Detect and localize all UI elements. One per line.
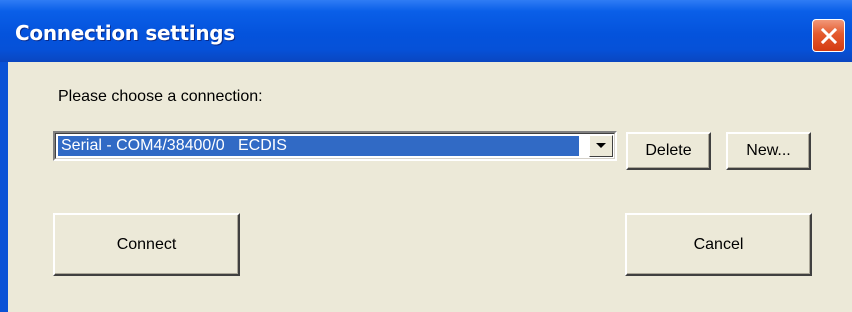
close-button[interactable] [812,19,845,52]
new-connection-button[interactable]: New... [726,132,811,170]
close-icon [820,27,837,44]
title-bar[interactable]: Connection settings [0,0,852,62]
dropdown-button[interactable] [589,135,613,157]
dropdown-arrow-icon [596,143,606,148]
dialog-body: Please choose a connection: Serial - COM… [8,62,852,312]
connection-select-frame: Serial - COM4/38400/0 ECDIS [55,133,615,159]
connection-select[interactable]: Serial - COM4/38400/0 ECDIS [53,131,617,161]
connection-settings-dialog: Connection settings Please choose a conn… [0,0,852,312]
connection-select-value: Serial - COM4/38400/0 ECDIS [58,136,579,156]
cancel-button[interactable]: Cancel [625,213,812,276]
connection-prompt-label: Please choose a connection: [58,88,263,105]
window-title: Connection settings [15,21,235,45]
delete-button[interactable]: Delete [626,132,711,170]
connect-button[interactable]: Connect [53,213,240,276]
